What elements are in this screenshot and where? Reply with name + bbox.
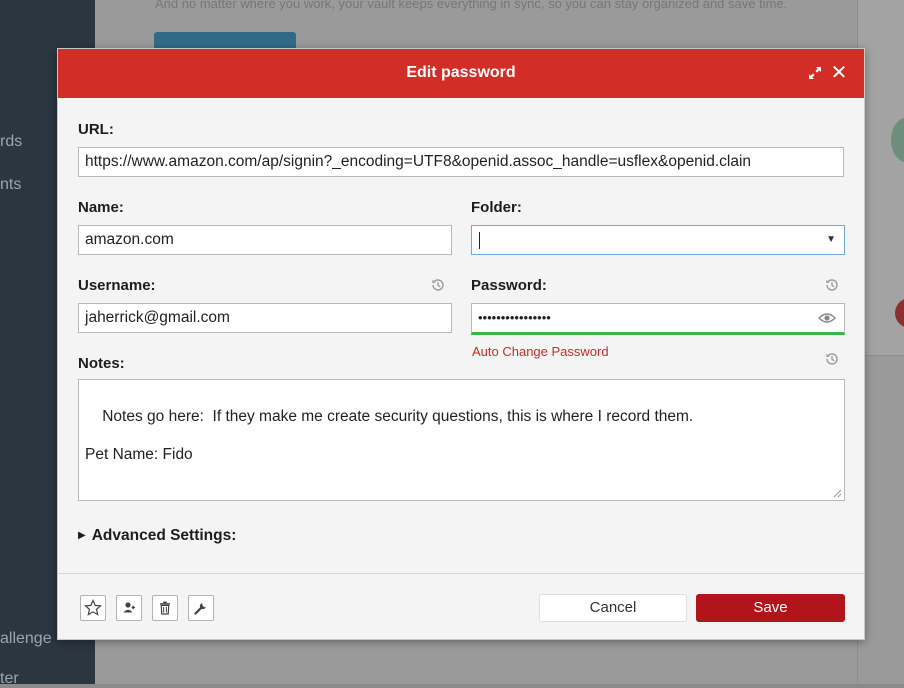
notes-textarea[interactable]: Notes go here: If they make me create se… — [78, 379, 845, 501]
url-input[interactable]: https://www.amazon.com/ap/signin?_encodi… — [78, 147, 844, 177]
favorite-button[interactable] — [80, 595, 106, 621]
expand-icon[interactable] — [804, 61, 826, 85]
name-input[interactable]: amazon.com — [78, 225, 452, 255]
password-input[interactable]: •••••••••••••••• — [471, 303, 845, 335]
delete-button[interactable] — [152, 595, 178, 621]
folder-label: Folder: — [471, 199, 522, 216]
auto-change-password-link[interactable]: Auto Change Password — [472, 344, 609, 359]
name-label: Name: — [78, 199, 124, 216]
notes-history-icon[interactable] — [824, 351, 840, 367]
save-button[interactable]: Save — [696, 594, 845, 622]
edit-password-dialog: Edit password ✕ URL: https://www.amazon.… — [57, 48, 865, 640]
tools-button[interactable] — [188, 595, 214, 621]
notes-label: Notes: — [78, 355, 125, 372]
wrench-icon — [194, 603, 206, 615]
star-icon — [84, 599, 102, 616]
share-icon — [123, 602, 135, 613]
username-input[interactable]: jaherrick@gmail.com — [78, 303, 452, 333]
folder-select[interactable]: ▼ — [471, 225, 845, 255]
show-password-eye-icon[interactable] — [818, 310, 836, 326]
close-icon[interactable]: ✕ — [828, 61, 850, 85]
background-text: And no matter where you work, your vault… — [155, 0, 788, 11]
advanced-settings-label: Advanced Settings: — [91, 527, 237, 544]
dialog-title: Edit password — [406, 64, 516, 81]
notes-text: Notes go here: If they make me create se… — [85, 408, 694, 463]
text-cursor — [479, 232, 480, 249]
resize-grip-icon[interactable] — [833, 489, 842, 498]
password-label: Password: — [471, 277, 547, 294]
username-label: Username: — [78, 277, 156, 294]
password-value: •••••••••••••••• — [478, 310, 551, 325]
dropdown-arrow-icon[interactable]: ▼ — [826, 226, 836, 254]
background-nav-item: ter — [0, 670, 19, 687]
url-label: URL: — [78, 121, 114, 138]
username-history-icon[interactable] — [430, 277, 446, 293]
dialog-header: Edit password ✕ — [58, 49, 864, 98]
share-button[interactable] — [116, 595, 142, 621]
advanced-settings-toggle[interactable]: ▶ Advanced Settings: — [78, 527, 236, 545]
triangle-right-icon: ▶ — [78, 530, 86, 541]
password-history-icon[interactable] — [824, 277, 840, 293]
footer-divider — [58, 573, 864, 574]
trash-icon — [160, 601, 170, 615]
cancel-button[interactable]: Cancel — [539, 594, 687, 622]
